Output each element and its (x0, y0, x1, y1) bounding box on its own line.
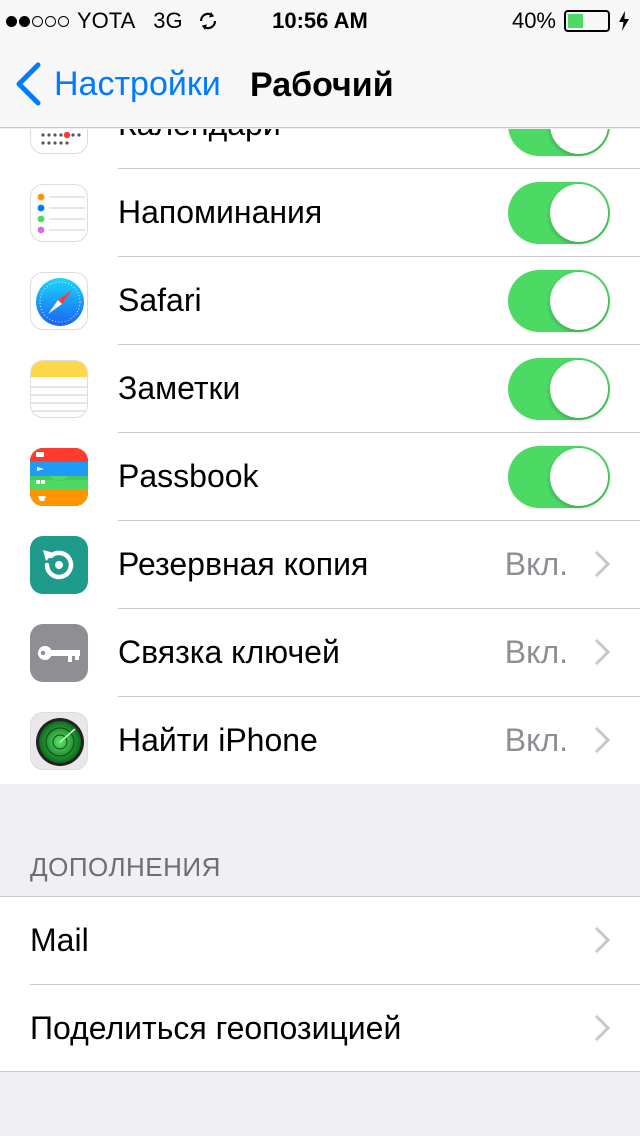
toggle-knob (550, 184, 608, 242)
row-label: Резервная копия (118, 546, 369, 582)
charging-icon (619, 11, 629, 31)
toggle-knob (550, 129, 608, 154)
toggle-knob (550, 272, 608, 330)
safari-icon (30, 272, 88, 330)
row-label: Safari (118, 282, 202, 318)
list-item-safari[interactable]: Safari (0, 257, 640, 345)
extras-list: Mail Поделиться геопозицией (0, 896, 640, 1072)
back-button[interactable]: Настройки (14, 62, 221, 106)
status-bar: YOTA 3G 10:56 AM 40% (0, 0, 640, 40)
backup-icon (30, 536, 88, 594)
row-label: Заметки (118, 370, 241, 406)
reminders-icon (30, 184, 88, 242)
row-label: Календари (118, 129, 281, 143)
list-item-reminders[interactable]: Напоминания (0, 169, 640, 257)
row-value: Вкл. (504, 546, 568, 582)
row-label: Найти iPhone (118, 722, 318, 758)
notes-toggle[interactable] (508, 358, 610, 420)
row-value: Вкл. (504, 634, 568, 670)
passbook-toggle[interactable] (508, 446, 610, 508)
row-label: Напоминания (118, 194, 323, 230)
keychain-icon (30, 624, 88, 682)
row-label: Связка ключей (118, 634, 340, 670)
chevron-right-icon (594, 638, 610, 666)
chevron-right-icon (594, 726, 610, 754)
chevron-right-icon (594, 1014, 610, 1042)
passbook-icon (30, 448, 88, 506)
row-value: Вкл. (504, 722, 568, 758)
status-right: 40% (512, 8, 630, 34)
page-title: Рабочий (250, 66, 394, 104)
chevron-left-icon (16, 62, 41, 106)
toggle-knob (550, 448, 608, 506)
navigation-bar: Настройки Рабочий (0, 40, 640, 128)
list-item-passbook[interactable]: Passbook (0, 433, 640, 521)
notes-icon (30, 360, 88, 418)
list-item-notes[interactable]: Заметки (0, 345, 640, 433)
row-label: Mail (30, 922, 89, 958)
calendar-icon (30, 129, 88, 154)
toggle-knob (550, 360, 608, 418)
back-label: Настройки (54, 64, 221, 103)
list-item-mail[interactable]: Mail (0, 897, 640, 985)
find-iphone-icon (30, 712, 88, 770)
battery-fill (568, 14, 584, 28)
list-item-share-location[interactable]: Поделиться геопозицией (0, 985, 640, 1073)
safari-toggle[interactable] (508, 270, 610, 332)
list-item-backup[interactable]: Резервная копия Вкл. (0, 521, 640, 609)
list-item-find-iphone[interactable]: Найти iPhone Вкл. (0, 697, 640, 784)
battery-icon (564, 10, 610, 32)
reminders-toggle[interactable] (508, 182, 610, 244)
battery-percent: 40% (511, 8, 556, 33)
row-label: Поделиться геопозицией (30, 1010, 402, 1046)
section-header-extras: ДОПОЛНЕНИЯ (30, 852, 221, 882)
list-item-keychain[interactable]: Связка ключей Вкл. (0, 609, 640, 697)
chevron-right-icon (594, 926, 610, 954)
chevron-right-icon (594, 550, 610, 578)
calendars-toggle[interactable] (508, 129, 610, 156)
services-list: Календари Напоминания (0, 129, 640, 784)
row-label: Passbook (118, 458, 259, 494)
list-item-calendars[interactable]: Календари (0, 129, 640, 169)
